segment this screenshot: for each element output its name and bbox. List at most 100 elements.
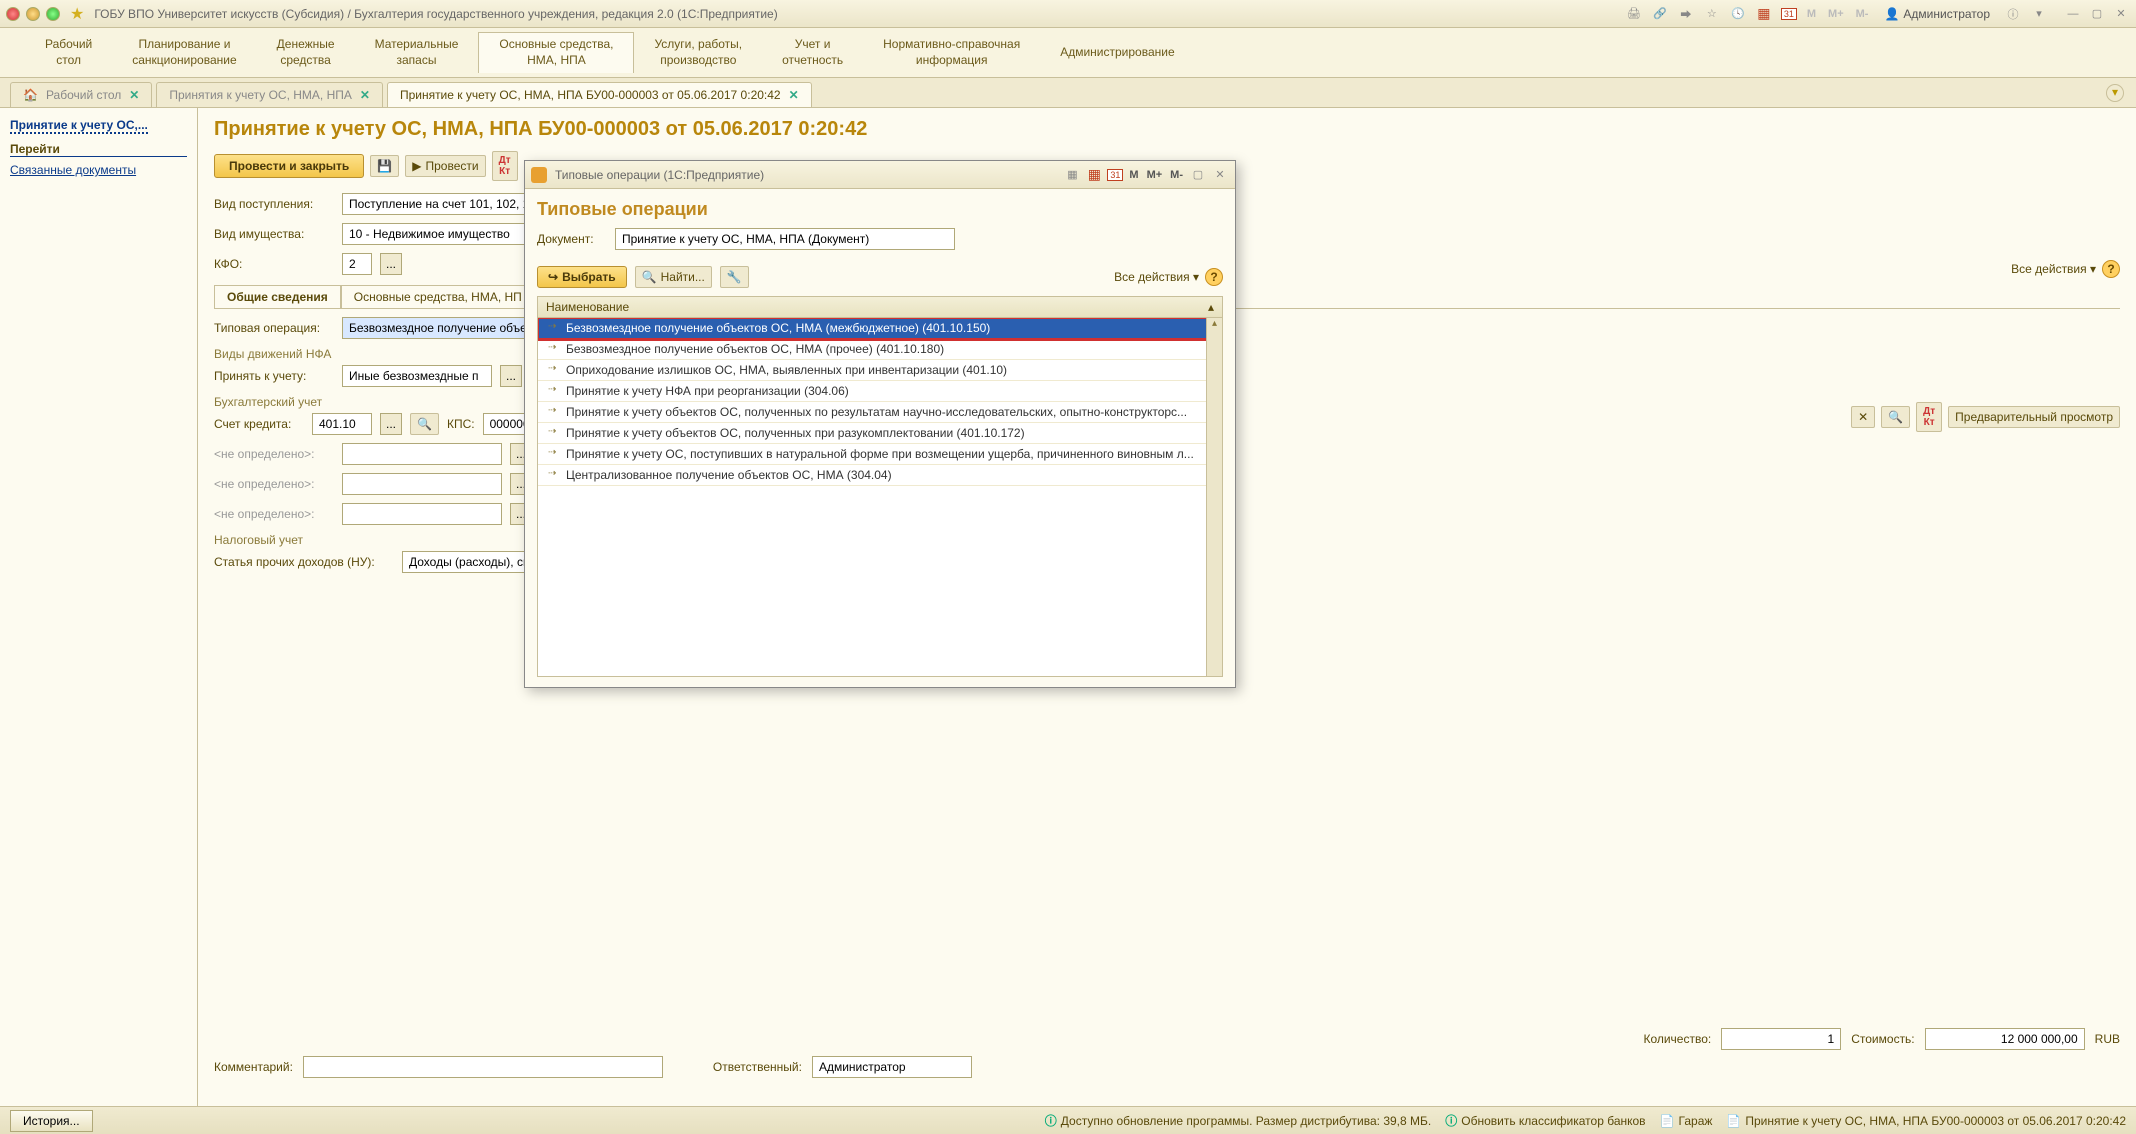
clock-icon[interactable]: 🕓 [1729, 5, 1747, 23]
save-button[interactable]: 💾 [370, 155, 399, 177]
picker-button[interactable]: ... [380, 253, 402, 275]
menu-reference[interactable]: Нормативно-справочная информация [863, 33, 1040, 72]
help-icon[interactable]: ? [2102, 260, 2120, 278]
tip-op-input[interactable] [342, 317, 532, 339]
doc-label: Документ: [537, 232, 607, 246]
calculator-icon[interactable]: ▦ [1755, 5, 1773, 23]
status-banks[interactable]: ⓘОбновить классификатор банков [1445, 1112, 1645, 1129]
tab-desktop[interactable]: 🏠 Рабочий стол ✕ [10, 82, 152, 107]
select-button[interactable]: ↪Выбрать [537, 266, 627, 288]
subtab-general[interactable]: Общие сведения [214, 285, 341, 308]
menu-desktop[interactable]: Рабочий стол [25, 33, 112, 72]
win-close-icon[interactable]: ✕ [2112, 5, 2130, 23]
status-update[interactable]: ⓘДоступно обновление программы. Размер д… [1045, 1112, 1431, 1129]
list-item[interactable]: Принятие к учету объектов ОС, полученных… [538, 423, 1222, 444]
conduct-close-button[interactable]: Провести и закрыть [214, 154, 364, 178]
nd-input-3[interactable] [342, 503, 502, 525]
menu-admin[interactable]: Администрирование [1040, 41, 1194, 65]
qty-input[interactable] [1721, 1028, 1841, 1050]
picker-button[interactable]: ... [500, 365, 522, 387]
list-item[interactable]: Централизованное получение объектов ОС, … [538, 465, 1222, 486]
dropdown-icon[interactable]: ▾ [2030, 5, 2048, 23]
tab-document[interactable]: Принятие к учету ОС, НМА, НПА БУ00-00000… [387, 82, 812, 107]
find-button[interactable]: 🔍Найти... [635, 266, 712, 288]
spd-input[interactable] [402, 551, 542, 573]
all-actions-link[interactable]: Все действия ▾ [1114, 270, 1199, 284]
tab-list[interactable]: Принятия к учету ОС, НМА, НПА ✕ [156, 82, 383, 107]
close-icon[interactable]: ✕ [360, 88, 370, 102]
print-icon[interactable]: 🖨 [1625, 5, 1643, 23]
history-button[interactable]: История... [10, 1110, 93, 1132]
preview-button[interactable]: Предварительный просмотр [1948, 406, 2120, 428]
dialog-restore-icon[interactable]: ▢ [1189, 166, 1207, 184]
column-header[interactable]: Наименование ▴ [537, 296, 1223, 318]
link-icon[interactable]: 🔗 [1651, 5, 1669, 23]
calculator-icon[interactable]: ▦ [1085, 166, 1103, 184]
all-actions-link[interactable]: Все действия ▾ [2011, 262, 2096, 276]
menu-accounting[interactable]: Учет и отчетность [762, 33, 863, 72]
vid-im-input[interactable] [342, 223, 542, 245]
select-icon: ↪ [548, 270, 558, 284]
clear-button[interactable]: ✕ [1851, 406, 1875, 428]
dialog-close-icon[interactable]: ✕ [1211, 166, 1229, 184]
win-minimize-icon[interactable]: — [2064, 5, 2082, 23]
memory-mminus[interactable]: M- [1168, 169, 1185, 181]
list-item[interactable]: Оприходование излишков ОС, НМА, выявленн… [538, 360, 1222, 381]
comment-input[interactable] [303, 1056, 663, 1078]
cost-input[interactable] [1925, 1028, 2085, 1050]
conduct-button[interactable]: ▶Провести [405, 155, 485, 177]
list-item[interactable]: Безвозмездное получение объектов ОС, НМА… [538, 339, 1222, 360]
menu-services[interactable]: Услуги, работы, производство [634, 33, 762, 72]
minimize-window-icon[interactable] [26, 7, 40, 21]
win-restore-icon[interactable]: ▢ [2088, 5, 2106, 23]
sidebar-link-related[interactable]: Связанные документы [10, 163, 187, 177]
subtab-assets[interactable]: Основные средства, НМА, НП [341, 285, 535, 308]
search-button[interactable]: 🔍 [410, 413, 439, 435]
menu-materials[interactable]: Материальные запасы [355, 33, 479, 72]
picker-button[interactable]: ... [380, 413, 402, 435]
memory-mplus[interactable]: M+ [1826, 8, 1846, 20]
nd-input-1[interactable] [342, 443, 502, 465]
star-outline-icon[interactable]: ☆ [1703, 5, 1721, 23]
calendar-icon[interactable]: 31 [1781, 8, 1797, 20]
statusbar: История... ⓘДоступно обновление программ… [0, 1106, 2136, 1134]
sk-input[interactable] [312, 413, 372, 435]
dk-button-2[interactable]: ДтКт [1916, 402, 1942, 432]
list-item[interactable]: Принятие к учету объектов ОС, полученных… [538, 402, 1222, 423]
scroll-up-icon[interactable]: ▴ [1207, 318, 1222, 334]
menu-money[interactable]: Денежные средства [257, 33, 355, 72]
info-icon[interactable]: ⓘ [2004, 5, 2022, 23]
wrench-button[interactable]: 🔧 [720, 266, 749, 288]
help-icon[interactable]: ? [1205, 268, 1223, 286]
nd-input-2[interactable] [342, 473, 502, 495]
close-icon[interactable]: ✕ [789, 88, 799, 102]
status-garage[interactable]: 📄Гараж [1660, 1114, 1713, 1128]
resp-input[interactable] [812, 1056, 972, 1078]
pk-input[interactable] [342, 365, 492, 387]
list-item[interactable]: Безвозмездное получение объектов ОС, НМА… [538, 318, 1222, 339]
menu-planning[interactable]: Планирование и санкционирование [112, 33, 256, 72]
memory-m[interactable]: M [1127, 169, 1140, 181]
memory-m[interactable]: M [1805, 8, 1818, 20]
user-indicator[interactable]: 👤 Администратор [1884, 7, 1990, 21]
menu-assets[interactable]: Основные средства, НМА, НПА [478, 32, 634, 72]
search-button[interactable]: 🔍 [1881, 406, 1910, 428]
kfo-input[interactable] [342, 253, 372, 275]
conduct-icon: ▶ [412, 159, 421, 173]
dk-button[interactable]: ДтКт [492, 151, 518, 181]
memory-mplus[interactable]: M+ [1145, 169, 1165, 181]
chevron-down-icon[interactable]: ▾ [2106, 84, 2124, 102]
list-item[interactable]: Принятие к учету НФА при реорганизации (… [538, 381, 1222, 402]
scrollbar[interactable]: ▴ [1206, 318, 1222, 676]
calendar-icon[interactable]: 31 [1107, 169, 1123, 181]
favorite-icon[interactable]: ★ [70, 4, 84, 24]
list-item[interactable]: Принятие к учету ОС, поступивших в натур… [538, 444, 1222, 465]
maximize-window-icon[interactable] [46, 7, 60, 21]
close-icon[interactable]: ✕ [129, 88, 139, 102]
status-doc[interactable]: 📄Принятие к учету ОС, НМА, НПА БУ00-0000… [1726, 1114, 2126, 1128]
doc-input[interactable] [615, 228, 955, 250]
copy-icon[interactable]: ▦ [1063, 166, 1081, 184]
close-window-icon[interactable] [6, 7, 20, 21]
nav-icon[interactable]: ⮕ [1677, 5, 1695, 23]
memory-mminus[interactable]: M- [1854, 8, 1871, 20]
